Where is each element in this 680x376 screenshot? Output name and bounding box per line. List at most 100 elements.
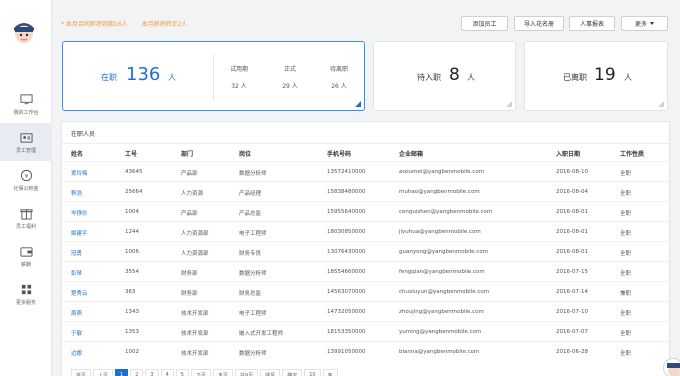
table-cell: aixiumei@yangbenmobile.com <box>399 169 485 175</box>
add-employee-button[interactable]: 添加员工 <box>461 16 508 31</box>
assistant-mascot[interactable] <box>663 358 680 376</box>
sidebar-item-employees[interactable]: 员工管理 <box>0 123 52 161</box>
pager-item[interactable]: 跳至 <box>260 369 281 376</box>
table-cell: 2016-08-01 <box>556 229 588 235</box>
table-cell: 产品部 <box>181 171 198 177</box>
pager-item[interactable]: 5 <box>175 369 189 376</box>
table-row[interactable]: 于敏 1353 技术开发部 嵌入式开发工程师 18153350000 yuming@yan… <box>62 321 669 341</box>
leaving-stat[interactable]: 待离职 26 人 <box>319 64 359 90</box>
table-row[interactable]: 岑铮珍 1004 产品部 产品总监 15955640000 cenguizhen@yang… <box>62 201 669 221</box>
employee-name-link[interactable]: 穆浩 <box>71 189 82 197</box>
sidebar-item-benefits[interactable]: 员工福利 <box>0 199 52 237</box>
sidebar-nav: 我的工作台 员工管理 ¥ 社保公积金 员工福利 薪酬 更多服务 <box>0 85 52 313</box>
sidebar-item-label: 薪酬 <box>20 261 31 268</box>
table-row[interactable]: 边娜 1002 技术开发部 数据分析师 13991050000 bianna@yangbe… <box>62 341 669 361</box>
divider <box>213 54 214 100</box>
table-cell: 14732050000 <box>327 309 366 315</box>
table-row[interactable]: 爱玲梅 43645 产品部 数据分析师 13572410000 aixiumei@yang… <box>62 161 669 181</box>
table-cell: 人力资源部 <box>181 251 209 257</box>
pager-item[interactable]: 首页 <box>71 369 92 376</box>
table-cell: 1244 <box>125 229 139 235</box>
table-cell: 全职 <box>620 231 632 237</box>
contract-notice[interactable]: * 本月合同即将到期16人 <box>61 21 128 28</box>
avatar[interactable] <box>9 18 39 48</box>
hr-report-button[interactable]: 人事报表 <box>569 16 615 31</box>
employee-name-link[interactable]: 彭琴 <box>71 269 82 277</box>
employee-name-link[interactable]: 周燕 <box>71 309 82 317</box>
resigned-unit: 人 <box>624 73 632 82</box>
pending-onboard-card[interactable]: 待入职 8 人 <box>373 41 516 111</box>
table-cell: 3554 <box>125 269 139 275</box>
table-cell: 人力资源 <box>181 191 204 197</box>
employee-name-link[interactable]: 岑铮珍 <box>71 209 88 217</box>
table-cell: 2016-08-01 <box>556 209 588 215</box>
resigned-label: 已离职 <box>563 73 587 82</box>
table-cell: 363 <box>125 289 136 295</box>
table-cell: chuxiuyun@yangbenmobile.com <box>399 289 490 295</box>
table-cell: 1343 <box>125 309 139 315</box>
pager-item[interactable]: 确定 <box>282 369 303 376</box>
active-employees-card[interactable]: 在职 136 人 试用期 32 人 正式 29 人 待离职 26 人 <box>62 41 365 111</box>
table-row[interactable]: 姬建平 1244 人力资源部 电子工程师 18030850000 jiyuhua@yang… <box>62 221 669 241</box>
coin-icon: ¥ <box>20 169 32 181</box>
pager-item[interactable]: 末页 <box>212 369 233 376</box>
sidebar-item-label: 更多服务 <box>15 299 36 306</box>
probation-stat[interactable]: 试用期 32 人 <box>219 64 259 90</box>
employee-name-link[interactable]: 于敏 <box>71 329 82 337</box>
table-cell: 全职 <box>620 191 632 197</box>
pager-item[interactable]: 2 <box>130 369 144 376</box>
sidebar-item-label: 员工管理 <box>15 147 36 154</box>
table-cell: 13991050000 <box>327 349 366 355</box>
table-cell: 18153350000 <box>327 329 366 335</box>
table-cell: 2016-08-04 <box>556 189 588 195</box>
probation-value: 32 人 <box>231 83 247 90</box>
probation-notice[interactable]: 本月即将转正2人 <box>141 21 187 28</box>
employee-name-link[interactable]: 姬建平 <box>71 229 88 237</box>
sidebar-item-workbench[interactable]: 我的工作台 <box>0 85 52 123</box>
pager-item[interactable]: 4 <box>160 369 174 376</box>
pagination: 首页 上页 1 2 3 4 5 下页 末页 共9页 跳至 确定 10 条 <box>71 369 340 376</box>
sidebar-item-more-services[interactable]: 更多服务 <box>0 275 52 313</box>
pager-item[interactable]: 下页 <box>190 369 211 376</box>
table-row[interactable]: 冠勇 1006 人力资源部 财务专员 13076430000 guanyong@yangb… <box>62 241 669 261</box>
more-dropdown[interactable]: 更多 <box>621 16 668 31</box>
sidebar-item-social-security[interactable]: ¥ 社保公积金 <box>0 161 52 199</box>
pager-item[interactable]: 3 <box>145 369 159 376</box>
column-header: 工号 <box>125 151 138 158</box>
table-cell: 1006 <box>125 249 139 255</box>
pager-item[interactable]: 10 <box>304 369 321 376</box>
pager-item[interactable]: 1 <box>115 369 129 376</box>
table-cell: 产品经理 <box>239 191 262 197</box>
table-cell: 13572410000 <box>327 169 366 175</box>
table-row[interactable]: 楚秀云 363 财务部 财务总监 14563070000 chuxiuyun@yangbe… <box>62 281 669 301</box>
table-cell: 2016-07-10 <box>556 309 588 315</box>
table-cell: 全职 <box>620 171 632 177</box>
table-cell: 25664 <box>125 189 143 195</box>
pending-label: 待入职 <box>417 73 441 82</box>
table-cell: 全职 <box>620 311 632 317</box>
regular-stat[interactable]: 正式 29 人 <box>270 64 310 90</box>
table-row[interactable]: 彭琴 3554 财务部 数据分析师 18554660000 fengqian@yangbe… <box>62 261 669 281</box>
pending-unit: 人 <box>467 73 475 82</box>
wallet-icon <box>19 246 33 257</box>
sidebar-item-salary[interactable]: 薪酬 <box>0 237 52 275</box>
resigned-card[interactable]: 已离职 19 人 <box>524 41 668 111</box>
employee-name-link[interactable]: 楚秀云 <box>71 289 88 297</box>
probation-label: 试用期 <box>229 66 248 73</box>
table-row[interactable]: 周燕 1343 技术开发部 电子工程师 14732050000 zhoujing@yang… <box>62 301 669 321</box>
employee-name-link[interactable]: 爱玲梅 <box>71 169 88 177</box>
import-roster-button[interactable]: 导入花名册 <box>514 16 564 31</box>
pager-item[interactable]: 条 <box>322 369 338 376</box>
table-cell: zhoujing@yangbenmobile.com <box>399 309 484 315</box>
column-header: 岗位 <box>239 151 252 158</box>
table-row[interactable]: 穆浩 25664 人力资源 产品经理 15838480000 muhao@yangbenm… <box>62 181 669 201</box>
table-cell: cenguizhen@yangbenmobile.com <box>399 209 493 215</box>
sidebar-item-label: 我的工作台 <box>13 109 39 116</box>
employee-name-link[interactable]: 冠勇 <box>71 249 82 257</box>
employee-name-link[interactable]: 边娜 <box>71 349 82 357</box>
grid-icon <box>21 284 31 294</box>
column-header: 手机号码 <box>327 151 352 158</box>
pager-item[interactable]: 上页 <box>93 369 114 376</box>
pager-item[interactable]: 共9页 <box>235 369 259 376</box>
column-header: 部门 <box>181 151 194 158</box>
